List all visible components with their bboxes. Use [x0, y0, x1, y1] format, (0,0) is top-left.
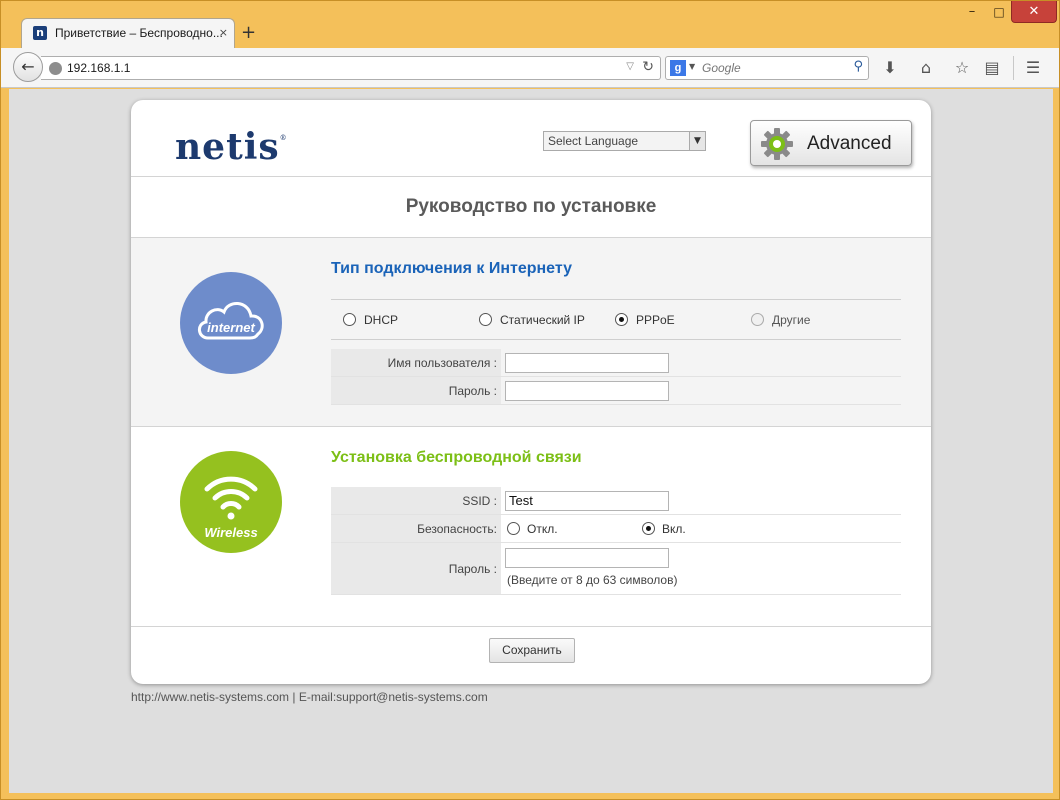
browser-tab[interactable]: n Приветствие – Беспроводно... × — [21, 18, 235, 49]
pppoe-password-label: Пароль : — [331, 377, 501, 404]
radio-security-off-label: Откл. — [527, 522, 558, 536]
wireless-section: Wireless Установка беспроводной связи SS… — [131, 427, 931, 627]
radio-static-ip-label: Статический IP — [500, 313, 585, 327]
tab-close-icon[interactable]: × — [219, 26, 228, 39]
search-icon[interactable]: ⚲ — [853, 59, 863, 74]
username-label: Имя пользователя : — [331, 349, 501, 376]
internet-heading: Тип подключения к Интернету — [331, 260, 572, 277]
radio-security-on-label: Вкл. — [662, 522, 686, 536]
ssid-row: SSID : Test — [331, 487, 901, 515]
menu-icon[interactable]: ☰ — [1022, 57, 1044, 79]
radio-dhcp-label: DHCP — [364, 313, 399, 327]
title-bar: – □ ✕ n Приветствие – Беспроводно... × + — [1, 1, 1060, 49]
title-section: Руководство по установке — [131, 176, 931, 238]
wireless-password-input[interactable] — [505, 548, 669, 568]
url-bar[interactable]: 192.168.1.1 ▽ ↻ — [41, 56, 661, 80]
globe-icon — [49, 62, 62, 75]
advanced-label: Advanced — [807, 133, 892, 154]
password-hint: (Введите от 8 до 63 символов) — [507, 573, 678, 587]
internet-section: internet Тип подключения к Интернету DHC… — [131, 238, 931, 427]
navigation-toolbar: 192.168.1.1 ▽ ↻ ← g ▼ Google ⚲ ⬇ ⌂ ☆ ▤ ☰ — [1, 48, 1059, 88]
radio-security-off[interactable] — [507, 522, 520, 535]
ssid-input[interactable]: Test — [505, 491, 669, 511]
ssid-label: SSID : — [331, 487, 501, 514]
search-engine-caret-icon[interactable]: ▼ — [689, 62, 695, 71]
close-window-button[interactable]: ✕ — [1011, 1, 1057, 23]
username-row: Имя пользователя : — [331, 349, 901, 377]
tab-title: Приветствие – Беспроводно... — [55, 26, 223, 40]
google-search-engine-icon[interactable]: g — [670, 60, 686, 76]
gear-icon — [761, 128, 793, 160]
download-icon[interactable]: ⬇ — [879, 57, 901, 79]
radio-static-ip[interactable] — [479, 313, 492, 326]
pppoe-password-input[interactable] — [505, 381, 669, 401]
reload-icon[interactable]: ↻ — [642, 59, 654, 75]
wireless-icon-label: Wireless — [204, 525, 257, 540]
maximize-button[interactable]: □ — [986, 1, 1012, 27]
pppoe-password-row: Пароль : — [331, 377, 901, 405]
security-row: Безопасность: Откл. Вкл. — [331, 515, 901, 543]
language-select[interactable]: Select Language ▼ — [543, 131, 706, 151]
page-title: Руководство по установке — [405, 196, 657, 217]
username-input[interactable] — [505, 353, 669, 373]
new-tab-button[interactable]: + — [241, 22, 256, 43]
url-history-dropdown-icon[interactable]: ▽ — [626, 61, 634, 72]
footer-contact: http://www.netis-systems.com | E-mail:su… — [131, 690, 488, 704]
wireless-password-label: Пароль : — [331, 543, 501, 594]
back-button[interactable]: ← — [13, 52, 43, 82]
search-bar[interactable]: g ▼ Google ⚲ — [665, 56, 869, 80]
wireless-heading: Установка беспроводной связи — [331, 449, 582, 466]
security-label: Безопасность: — [331, 515, 501, 542]
advanced-button[interactable]: Advanced — [750, 120, 912, 166]
wireless-wifi-icon: Wireless — [180, 451, 282, 553]
url-text[interactable]: 192.168.1.1 — [67, 61, 130, 75]
search-input[interactable]: Google — [702, 61, 741, 75]
bookmark-star-icon[interactable]: ☆ — [951, 57, 973, 79]
radio-dhcp[interactable] — [343, 313, 356, 326]
language-select-value: Select Language — [548, 134, 639, 148]
page-viewport: netis® Select Language ▼ Advanced Руково… — [9, 89, 1053, 793]
radio-pppoe-label: PPPoE — [636, 313, 675, 327]
reading-list-icon[interactable]: ▤ — [981, 57, 1003, 79]
chevron-down-icon[interactable]: ▼ — [689, 132, 705, 150]
home-icon[interactable]: ⌂ — [915, 57, 937, 79]
minimize-button[interactable]: – — [959, 1, 985, 27]
radio-other — [751, 313, 764, 326]
radio-pppoe[interactable] — [615, 313, 628, 326]
internet-cloud-icon: internet — [180, 272, 282, 374]
wireless-password-row: Пароль : (Введите от 8 до 63 символов) — [331, 543, 901, 595]
radio-security-on[interactable] — [642, 522, 655, 535]
connection-type-row: DHCP Статический IP PPPoE Другие — [331, 299, 901, 340]
radio-other-label: Другие — [772, 313, 811, 327]
toolbar-separator — [1013, 56, 1014, 80]
internet-icon-label: internet — [207, 320, 255, 335]
save-button[interactable]: Сохранить — [489, 638, 575, 663]
browser-window: – □ ✕ n Приветствие – Беспроводно... × +… — [0, 0, 1060, 800]
netis-favicon-icon: n — [33, 26, 47, 40]
setup-panel: netis® Select Language ▼ Advanced Руково… — [131, 100, 931, 684]
netis-logo: netis® — [175, 126, 288, 168]
